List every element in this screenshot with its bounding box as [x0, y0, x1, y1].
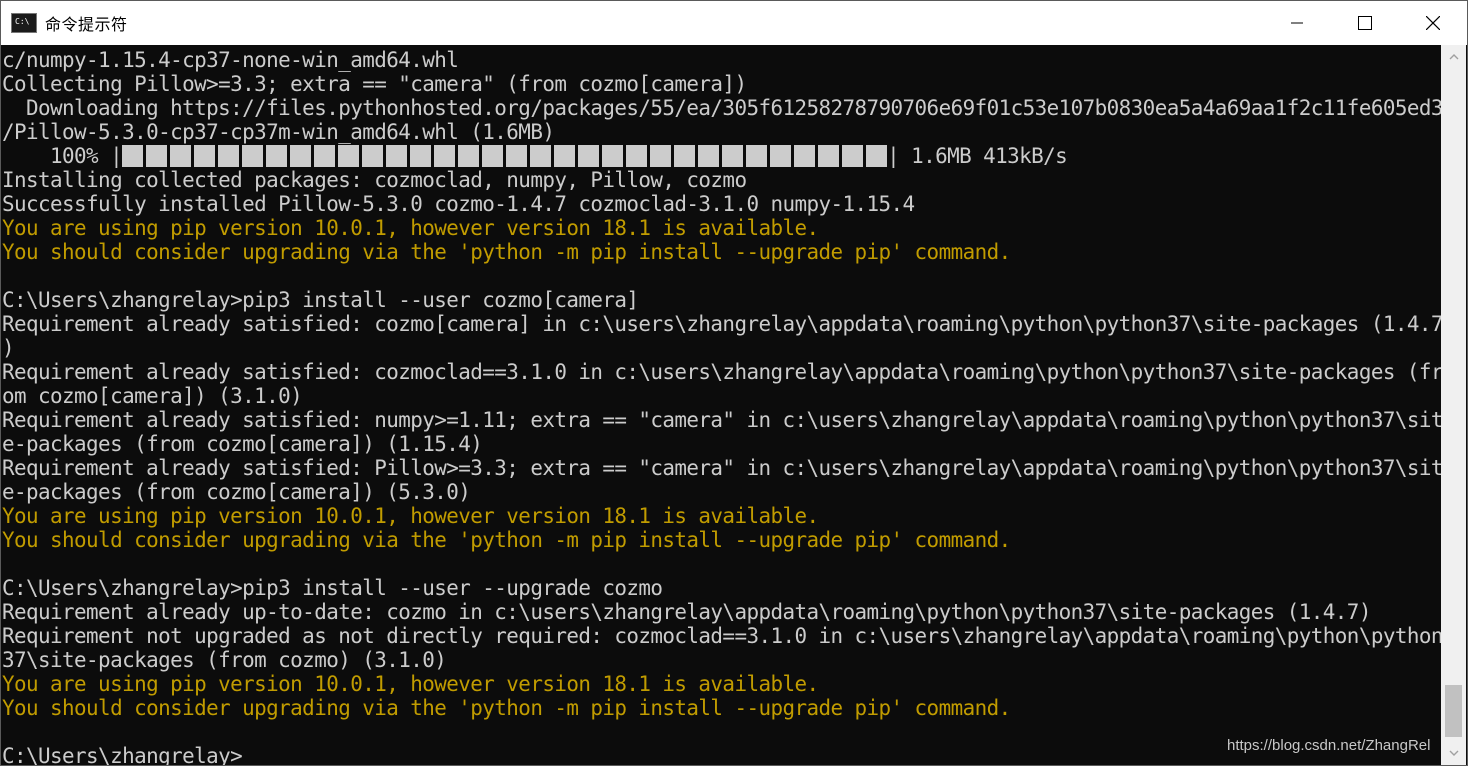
cmd-app-icon[interactable]: C:\ [11, 13, 37, 33]
console-line-warning: You should consider upgrading via the 'p… [2, 528, 1011, 552]
progress-suffix: | 1.6MB 413kB/s [887, 144, 1068, 168]
console-line: Successfully installed Pillow-5.3.0 cozm… [2, 192, 915, 216]
console-line: Requirement already satisfied: cozmoclad… [2, 360, 1441, 384]
minimize-button[interactable] [1263, 1, 1331, 45]
console-line: ) [2, 336, 15, 360]
console-line: 37\site-packages (from cozmo) (3.1.0) [2, 648, 447, 672]
window-controls [1263, 1, 1467, 45]
watermark: https://blog.csdn.net/ZhangRel [1227, 737, 1431, 754]
minimize-icon [1291, 22, 1303, 24]
console-line: Collecting Pillow>=3.3; extra == "camera… [2, 72, 747, 96]
console-line: e-packages (from cozmo[camera]) (1.15.4) [2, 432, 483, 456]
console-line: Requirement already satisfied: cozmo[cam… [2, 312, 1441, 336]
console-line: e-packages (from cozmo[camera]) (5.3.0) [2, 480, 471, 504]
console-line-warning: You should consider upgrading via the 'p… [2, 240, 1011, 264]
console-line: C:\Users\zhangrelay>pip3 install --user … [2, 288, 639, 312]
console-line: c/numpy-1.15.4-cp37-none-win_amd64.whl [2, 48, 459, 72]
scroll-up-icon [1449, 54, 1458, 60]
console-line: Requirement already satisfied: Pillow>=3… [2, 456, 1441, 480]
console-line: Installing collected packages: cozmoclad… [2, 168, 747, 192]
console-line-warning: You are using pip version 10.0.1, howeve… [2, 504, 819, 528]
console-line: Requirement already up-to-date: cozmo in… [2, 600, 1371, 624]
maximize-icon [1358, 16, 1372, 30]
console-line-warning: You should consider upgrading via the 'p… [2, 696, 1011, 720]
window-title: 命令提示符 [45, 15, 128, 34]
scrollbar-thumb[interactable] [1445, 685, 1462, 737]
console-line: Requirement not upgraded as not directly… [2, 624, 1441, 648]
title-bar[interactable]: C:\ 命令提示符 [1, 1, 1467, 45]
console-line: Requirement already satisfied: numpy>=1.… [2, 408, 1441, 432]
maximize-button[interactable] [1331, 1, 1399, 45]
close-button[interactable] [1399, 1, 1467, 45]
scroll-up-button[interactable] [1441, 45, 1466, 69]
console-line: C:\Users\zhangrelay> [2, 744, 243, 765]
console-line: /Pillow-5.3.0-cp37-cp37m-win_amd64.whl (… [2, 120, 555, 144]
scroll-down-icon [1449, 750, 1458, 756]
progress-prefix: 100% | [2, 144, 123, 168]
vertical-scrollbar[interactable] [1441, 45, 1466, 765]
console-lines: c/numpy-1.15.4-cp37-none-win_amd64.whl Co… [2, 48, 1441, 765]
progress-fill [122, 145, 888, 167]
console-line-warning: You are using pip version 10.0.1, howeve… [2, 672, 819, 696]
console-line: om cozmo[camera]) (3.1.0) [2, 384, 303, 408]
console-line: 100% | | 1.6MB 413kB/s [2, 144, 1441, 168]
console-line: Downloading https://files.pythonhosted.o… [2, 96, 1441, 120]
download-progress-bar [122, 145, 888, 167]
cmd-window: C:\ 命令提示符 c/numpy-1.15.4-cp37-none-win_a… [0, 0, 1468, 766]
cmd-icon-label: C:\ [15, 17, 30, 26]
scroll-down-button[interactable] [1441, 741, 1466, 765]
console-line-warning: You are using pip version 10.0.1, howeve… [2, 216, 819, 240]
console-line: C:\Users\zhangrelay>pip3 install --user … [2, 576, 663, 600]
console-output[interactable]: c/numpy-1.15.4-cp37-none-win_amd64.whl Co… [1, 45, 1441, 765]
close-icon [1426, 16, 1440, 30]
